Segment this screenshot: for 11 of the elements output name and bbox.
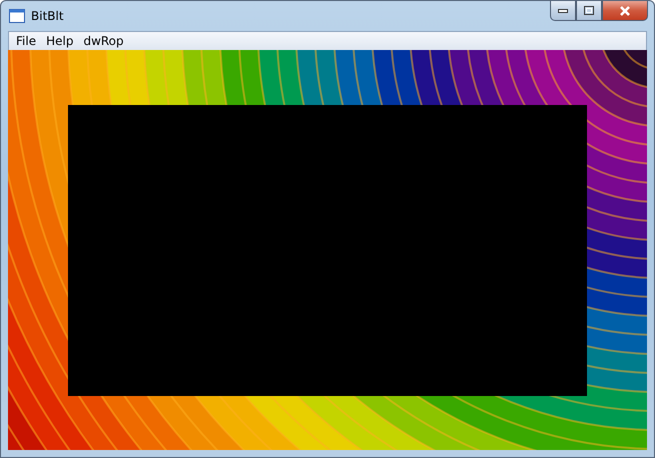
menu-item[interactable]: Help bbox=[41, 34, 78, 48]
close-button[interactable] bbox=[602, 1, 648, 21]
minimize-icon bbox=[558, 8, 568, 12]
maximize-button[interactable] bbox=[576, 1, 602, 21]
close-icon bbox=[619, 6, 631, 16]
minimize-button[interactable] bbox=[550, 1, 576, 21]
menu-item[interactable]: File bbox=[11, 34, 42, 48]
window-icon bbox=[9, 9, 25, 23]
menu-item[interactable]: dwRop bbox=[78, 34, 129, 48]
window-title: BitBlt bbox=[31, 9, 65, 23]
maximize-icon bbox=[584, 6, 594, 15]
